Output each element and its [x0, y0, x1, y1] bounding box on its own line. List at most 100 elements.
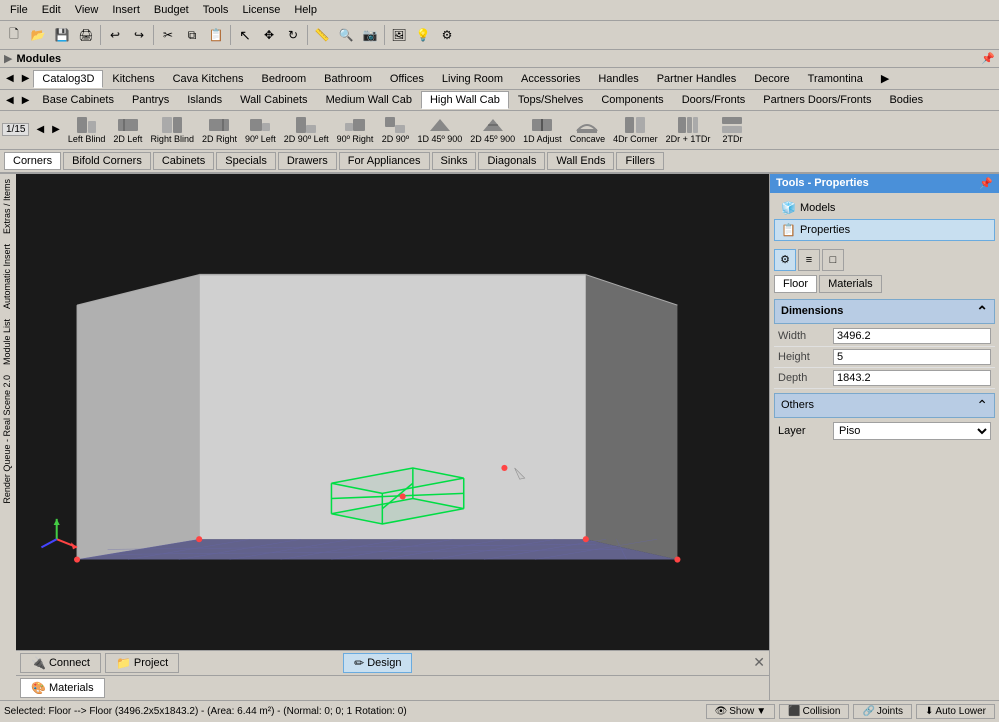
icon-2d-45-900[interactable]: 2D 45º 900	[466, 113, 519, 147]
icon-1d-45-900[interactable]: 1D 45º 900	[413, 113, 466, 147]
tab2-nav-prev[interactable]: ◀	[2, 93, 18, 108]
tb-cut[interactable]: ✂	[157, 24, 179, 46]
tab-doors-fronts[interactable]: Doors/Fronts	[673, 91, 755, 109]
tb-rotate[interactable]: ↻	[282, 24, 304, 46]
tb-paste[interactable]: 📋	[205, 24, 227, 46]
menu-insert[interactable]: Insert	[106, 2, 146, 18]
depth-input[interactable]	[833, 370, 991, 386]
tab-pantrys[interactable]: Pantrys	[123, 91, 178, 109]
tb-move[interactable]: ✥	[258, 24, 280, 46]
height-input[interactable]	[833, 349, 991, 365]
floor-tab[interactable]: Floor	[774, 275, 817, 293]
tb-zoom[interactable]: 🔍	[335, 24, 357, 46]
sub-tab-specials[interactable]: Specials	[216, 152, 276, 170]
tb-print[interactable]: 🖨	[75, 24, 97, 46]
project-btn[interactable]: 📁 Project	[105, 653, 179, 673]
tab-more[interactable]: ▶	[872, 69, 898, 88]
tab-partner-handles[interactable]: Partner Handles	[648, 70, 746, 88]
side-render-queue[interactable]: Render Queue - Real Scene 2.0	[0, 370, 16, 509]
sub-tab-fillers[interactable]: Fillers	[616, 152, 663, 170]
tb-redo[interactable]: ↪	[128, 24, 150, 46]
menu-file[interactable]: File	[4, 2, 34, 18]
tab-handles[interactable]: Handles	[589, 70, 647, 88]
icon-2d-90[interactable]: 2D 90º	[377, 113, 413, 147]
layer-select[interactable]: Piso Default Layer1	[833, 422, 991, 440]
tb-cursor[interactable]: ↖	[234, 24, 256, 46]
auto-lower-btn[interactable]: ⬇ Auto Lower	[916, 704, 995, 719]
tb-camera[interactable]: 📷	[359, 24, 381, 46]
sub-tab-bifold-corners[interactable]: Bifold Corners	[63, 152, 151, 170]
tb-open[interactable]: 📂	[27, 24, 49, 46]
tab-catalog3d[interactable]: Catalog3D	[33, 70, 103, 88]
tab-bodies[interactable]: Bodies	[880, 91, 932, 109]
tb-measure[interactable]: 📏	[311, 24, 333, 46]
sub-tab-sinks[interactable]: Sinks	[432, 152, 477, 170]
tab-high-wall-cab[interactable]: High Wall Cab	[421, 91, 509, 109]
sub-tab-cabinets[interactable]: Cabinets	[153, 152, 214, 170]
connect-btn[interactable]: 🔌 Connect	[20, 653, 101, 673]
menu-edit[interactable]: Edit	[36, 2, 67, 18]
tab-tops-shelves[interactable]: Tops/Shelves	[509, 91, 592, 109]
viewport-close[interactable]: ✕	[753, 654, 765, 671]
menu-license[interactable]: License	[236, 2, 286, 18]
props-tool-list[interactable]: ≡	[798, 249, 820, 271]
tb-render[interactable]: 🖼	[388, 24, 410, 46]
materials-prop-tab[interactable]: Materials	[819, 275, 882, 293]
icon-1d-adjust[interactable]: 1D Adjust	[519, 113, 566, 147]
icon-2d-90-left[interactable]: 2D 90º Left	[280, 113, 333, 147]
icon-2dr-1tdr[interactable]: 2Dr + 1TDr	[662, 113, 715, 147]
modules-pin[interactable]: 📌	[981, 52, 995, 65]
tab-nav-next[interactable]: ▶	[18, 71, 34, 86]
tb-save[interactable]: 💾	[51, 24, 73, 46]
tab-nav-prev[interactable]: ◀	[2, 71, 18, 86]
icon-2d-right[interactable]: 2D Right	[198, 113, 241, 147]
side-automatic-insert[interactable]: Automatic Insert	[0, 239, 16, 314]
tab-components[interactable]: Components	[592, 91, 672, 109]
icon-4dr-corner[interactable]: 4Dr Corner	[609, 113, 662, 147]
joints-btn[interactable]: 🔗 Joints	[853, 704, 912, 719]
sub-tab-diagonals[interactable]: Diagonals	[478, 152, 545, 170]
tab-base-cabinets[interactable]: Base Cabinets	[33, 91, 123, 109]
tab-cava-kitchens[interactable]: Cava Kitchens	[164, 70, 253, 88]
icon-nav-next[interactable]: ▶	[48, 122, 64, 137]
tab-offices[interactable]: Offices	[381, 70, 433, 88]
menu-help[interactable]: Help	[288, 2, 323, 18]
menu-budget[interactable]: Budget	[148, 2, 195, 18]
icon-90-right[interactable]: 90º Right	[333, 113, 378, 147]
tab-medium-wall-cab[interactable]: Medium Wall Cab	[317, 91, 421, 109]
icon-90-left[interactable]: 90º Left	[241, 113, 280, 147]
props-tool-grid[interactable]: □	[822, 249, 844, 271]
icon-2d-left[interactable]: 2D Left	[109, 113, 146, 147]
icon-left-blind[interactable]: Left Blind	[64, 113, 110, 147]
menu-tools[interactable]: Tools	[197, 2, 235, 18]
tab-partners-doors-fronts[interactable]: Partners Doors/Fronts	[754, 91, 880, 109]
collision-btn[interactable]: ⬛ Collision	[779, 704, 849, 719]
properties-btn[interactable]: 📋 Properties	[774, 219, 995, 241]
show-btn[interactable]: 👁 Show ▼	[706, 704, 776, 719]
props-tool-advanced[interactable]: ⚙	[774, 249, 796, 271]
models-btn[interactable]: 🧊 Models	[774, 197, 995, 219]
tab-accessories[interactable]: Accessories	[512, 70, 589, 88]
tab-decore[interactable]: Decore	[745, 70, 798, 88]
tab-bathroom[interactable]: Bathroom	[315, 70, 381, 88]
tb-settings[interactable]: ⚙	[436, 24, 458, 46]
icon-concave[interactable]: Concave	[566, 113, 610, 147]
tb-light[interactable]: 💡	[412, 24, 434, 46]
tab-tramontina[interactable]: Tramontina	[799, 70, 872, 88]
tab-wall-cabinets[interactable]: Wall Cabinets	[231, 91, 316, 109]
icon-right-blind[interactable]: Right Blind	[146, 113, 198, 147]
icon-2tdr[interactable]: 2TDr	[714, 113, 750, 147]
tab2-nav-next[interactable]: ▶	[18, 93, 34, 108]
icon-nav-prev[interactable]: ◀	[32, 122, 48, 137]
viewport[interactable]	[16, 174, 769, 650]
props-pin[interactable]: 📌	[979, 177, 993, 190]
tab-kitchens[interactable]: Kitchens	[103, 70, 163, 88]
sub-tab-wall-ends[interactable]: Wall Ends	[547, 152, 614, 170]
tab-bedroom[interactable]: Bedroom	[253, 70, 316, 88]
sub-tab-corners[interactable]: Corners	[4, 152, 61, 170]
tb-copy[interactable]: ⧉	[181, 24, 203, 46]
side-module-list[interactable]: Module List	[0, 314, 16, 370]
others-header[interactable]: Others ⌃	[774, 393, 995, 418]
tb-new[interactable]: 🗋	[3, 24, 25, 46]
tb-undo[interactable]: ↩	[104, 24, 126, 46]
